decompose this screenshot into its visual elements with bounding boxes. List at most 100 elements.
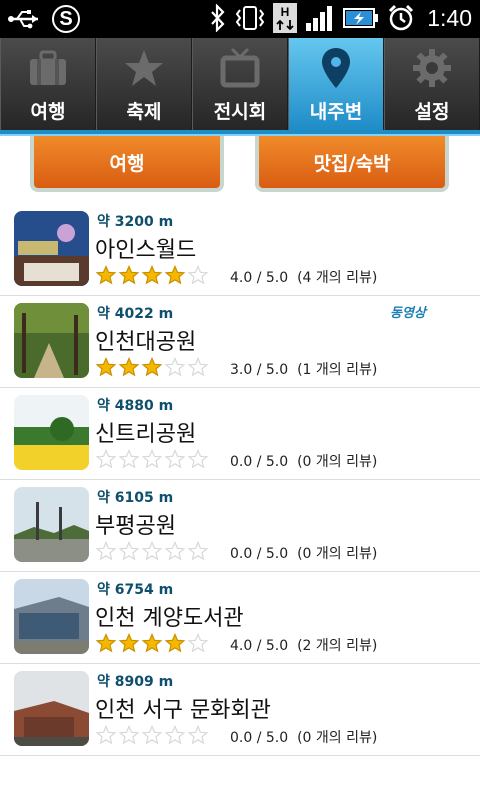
star-rating bbox=[96, 633, 208, 653]
review-count: (1 개의 리뷰) bbox=[297, 362, 378, 378]
tab-label: 축제 bbox=[126, 101, 162, 123]
svg-text:H: H bbox=[281, 5, 290, 19]
tab-settings[interactable]: 설정 bbox=[384, 38, 480, 130]
tab-nearby[interactable]: 내주변 bbox=[288, 38, 384, 130]
star-rating bbox=[96, 725, 208, 745]
video-badge: 동영상 bbox=[390, 306, 426, 321]
place-thumbnail bbox=[14, 487, 89, 562]
star-filled-icon bbox=[142, 357, 162, 377]
review-count: (0 개의 리뷰) bbox=[297, 454, 378, 470]
alarm-icon bbox=[389, 4, 414, 31]
bluetooth-icon bbox=[211, 4, 225, 32]
tab-festival[interactable]: 축제 bbox=[96, 38, 192, 130]
distance-label: 약 8909 m bbox=[97, 674, 174, 690]
place-list: 약 3200 m 아인스월드 4.0 / 5.0 (4 개의 리뷰) 약 402… bbox=[0, 204, 480, 756]
star-rating bbox=[96, 265, 208, 285]
vibrate-icon bbox=[235, 6, 265, 30]
star-rating bbox=[96, 449, 208, 469]
tab-exhibition[interactable]: 전시회 bbox=[192, 38, 288, 130]
star-filled-icon bbox=[165, 633, 185, 653]
star-empty-icon bbox=[96, 541, 116, 561]
suitcase-icon bbox=[30, 50, 66, 85]
star-empty-icon bbox=[119, 449, 139, 469]
star-empty-icon bbox=[188, 357, 208, 377]
tab-label: 내주변 bbox=[309, 101, 363, 123]
list-item[interactable]: 약 8909 m 인천 서구 문화회관 0.0 / 5.0 (0 개의 리뷰) bbox=[0, 664, 480, 756]
rating-text: 0.0 / 5.0 (0 개의 리뷰) bbox=[230, 543, 377, 563]
star-empty-icon bbox=[119, 725, 139, 745]
rating-value: 0.0 / 5.0 bbox=[230, 730, 289, 746]
star-empty-icon bbox=[188, 449, 208, 469]
tv-icon bbox=[220, 47, 260, 88]
distance-label: 약 3200 m bbox=[97, 214, 174, 230]
list-item[interactable]: 약 6105 m 부평공원 0.0 / 5.0 (0 개의 리뷰) bbox=[0, 480, 480, 572]
star-empty-icon bbox=[96, 449, 116, 469]
rating-value: 4.0 / 5.0 bbox=[230, 270, 289, 286]
skype-icon: S bbox=[52, 5, 80, 33]
star-empty-icon bbox=[165, 357, 185, 377]
category-buttons: 여행 맛집/숙박 bbox=[0, 136, 480, 196]
rating-value: 3.0 / 5.0 bbox=[230, 362, 289, 378]
star-empty-icon bbox=[165, 449, 185, 469]
tab-travel[interactable]: 여행 bbox=[0, 38, 96, 130]
place-thumbnail bbox=[14, 671, 89, 746]
star-empty-icon bbox=[165, 541, 185, 561]
status-bar: S H 1:40 bbox=[0, 0, 480, 38]
review-count: (4 개의 리뷰) bbox=[297, 270, 378, 286]
rating-text: 0.0 / 5.0 (0 개의 리뷰) bbox=[230, 727, 377, 747]
hspa-icon: H bbox=[273, 3, 298, 33]
place-thumbnail bbox=[14, 211, 89, 286]
tab-label: 여행 bbox=[30, 101, 66, 123]
rating-value: 4.0 / 5.0 bbox=[230, 638, 289, 654]
place-thumbnail bbox=[14, 303, 89, 378]
place-name: 부평공원 bbox=[95, 514, 176, 539]
rating-text: 4.0 / 5.0 (2 개의 리뷰) bbox=[230, 635, 377, 655]
star-filled-icon bbox=[142, 633, 162, 653]
food-stay-button[interactable]: 맛집/숙박 bbox=[255, 136, 449, 192]
battery-charging-icon bbox=[343, 8, 379, 28]
star-empty-icon bbox=[188, 633, 208, 653]
distance-label: 약 4880 m bbox=[97, 398, 174, 414]
usb-icon bbox=[8, 10, 38, 29]
star-filled-icon bbox=[96, 633, 116, 653]
rating-text: 3.0 / 5.0 (1 개의 리뷰) bbox=[230, 359, 377, 379]
star-empty-icon bbox=[188, 541, 208, 561]
star-empty-icon bbox=[188, 725, 208, 745]
travel-button[interactable]: 여행 bbox=[30, 136, 224, 192]
star-empty-icon bbox=[96, 725, 116, 745]
distance-label: 약 4022 m bbox=[97, 306, 174, 322]
list-item[interactable]: 약 4880 m 신트리공원 0.0 / 5.0 (0 개의 리뷰) bbox=[0, 388, 480, 480]
star-icon bbox=[125, 50, 163, 86]
star-filled-icon bbox=[119, 633, 139, 653]
star-filled-icon bbox=[142, 265, 162, 285]
star-filled-icon bbox=[96, 357, 116, 377]
star-empty-icon bbox=[142, 725, 162, 745]
star-filled-icon bbox=[119, 357, 139, 377]
gear-icon bbox=[413, 49, 451, 87]
place-name: 인천 계양도서관 bbox=[95, 606, 244, 631]
rating-text: 4.0 / 5.0 (4 개의 리뷰) bbox=[230, 267, 377, 287]
distance-label: 약 6754 m bbox=[97, 582, 174, 598]
list-item[interactable]: 약 4022 m 동영상 인천대공원 3.0 / 5.0 (1 개의 리뷰) bbox=[0, 296, 480, 388]
list-item[interactable]: 약 6754 m 인천 계양도서관 4.0 / 5.0 (2 개의 리뷰) bbox=[0, 572, 480, 664]
place-thumbnail bbox=[14, 579, 89, 654]
star-empty-icon bbox=[188, 265, 208, 285]
review-count: (0 개의 리뷰) bbox=[297, 730, 378, 746]
star-rating bbox=[96, 357, 208, 377]
place-name: 신트리공원 bbox=[95, 422, 197, 447]
star-filled-icon bbox=[119, 265, 139, 285]
star-empty-icon bbox=[165, 725, 185, 745]
status-time: 1:40 bbox=[427, 4, 472, 31]
place-name: 인천 서구 문화회관 bbox=[95, 698, 271, 723]
star-empty-icon bbox=[142, 541, 162, 561]
list-item[interactable]: 약 3200 m 아인스월드 4.0 / 5.0 (4 개의 리뷰) bbox=[0, 204, 480, 296]
star-empty-icon bbox=[119, 541, 139, 561]
review-count: (0 개의 리뷰) bbox=[297, 546, 378, 562]
rating-text: 0.0 / 5.0 (0 개의 리뷰) bbox=[230, 451, 377, 471]
tab-label: 전시회 bbox=[213, 101, 267, 123]
location-pin-icon bbox=[322, 48, 350, 88]
distance-label: 약 6105 m bbox=[97, 490, 174, 506]
rating-value: 0.0 / 5.0 bbox=[230, 454, 289, 470]
place-name: 인천대공원 bbox=[95, 330, 197, 355]
star-rating bbox=[96, 541, 208, 561]
